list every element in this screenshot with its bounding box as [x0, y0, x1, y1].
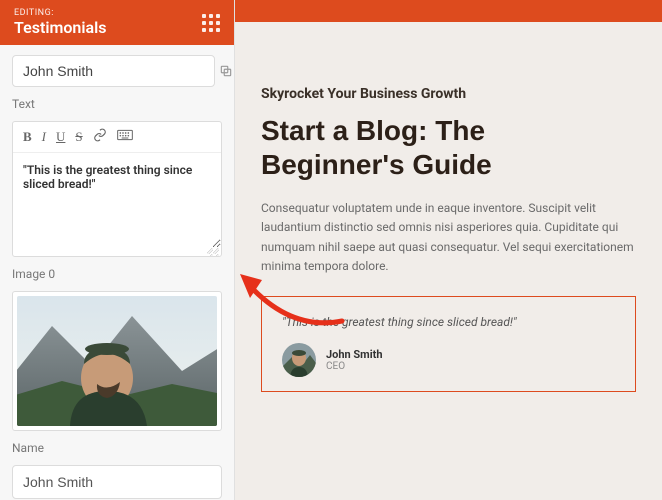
testimonial-quote: "This is the greatest thing since sliced… — [282, 315, 615, 329]
module-title: Testimonials — [14, 18, 107, 37]
item-title-input[interactable] — [12, 55, 215, 87]
copy-icon — [219, 64, 233, 78]
italic-button[interactable]: I — [42, 129, 46, 145]
keyboard-button[interactable] — [117, 129, 133, 145]
sidebar-header: EDITING: Testimonials — [0, 0, 234, 45]
editing-label: EDITING: — [14, 8, 107, 18]
rte-toolbar: B I U S — [13, 122, 221, 153]
author-role: CEO — [326, 361, 383, 372]
preview-top-bar — [235, 0, 662, 22]
avatar-image — [282, 343, 316, 377]
text-field-label: Text — [12, 97, 222, 111]
name-field-label: Name — [12, 441, 222, 455]
image-upload-field[interactable] — [12, 291, 222, 431]
image-field-label: Image 0 — [12, 267, 222, 281]
resize-handle-icon[interactable] — [207, 248, 219, 256]
app-root: EDITING: Testimonials Text — [0, 0, 662, 500]
sidebar-body: Text B I U S "This is the greatest thing… — [0, 45, 234, 500]
editor-sidebar: EDITING: Testimonials Text — [0, 0, 235, 500]
duplicate-button[interactable] — [219, 59, 233, 83]
testimonial-author: John Smith CEO — [282, 343, 615, 377]
avatar — [282, 343, 316, 377]
title-row — [12, 55, 222, 87]
author-name: John Smith — [326, 348, 383, 361]
sidebar-header-title-group: EDITING: Testimonials — [14, 8, 107, 37]
underline-button[interactable]: U — [56, 129, 65, 145]
preview-pane: Skyrocket Your Business Growth Start a B… — [235, 0, 662, 500]
drag-handle-icon[interactable] — [202, 14, 220, 32]
testimonial-card: "This is the greatest thing since sliced… — [261, 296, 636, 392]
name-input[interactable] — [12, 465, 222, 499]
rte-textarea[interactable]: "This is the greatest thing since sliced… — [13, 153, 221, 248]
eyebrow-text: Skyrocket Your Business Growth — [261, 86, 636, 102]
testimonial-photo — [17, 296, 217, 426]
image-preview — [17, 296, 217, 426]
link-button[interactable] — [93, 128, 107, 146]
bold-button[interactable]: B — [23, 129, 32, 145]
lede-paragraph: Consequatur voluptatem unde in eaque inv… — [261, 199, 636, 276]
author-text: John Smith CEO — [326, 348, 383, 372]
rich-text-editor: B I U S "This is the greatest thing sinc… — [12, 121, 222, 257]
strike-button[interactable]: S — [75, 129, 82, 145]
keyboard-icon — [117, 129, 133, 141]
preview-content: Skyrocket Your Business Growth Start a B… — [261, 40, 636, 392]
headline: Start a Blog: The Beginner's Guide — [261, 114, 636, 181]
link-icon — [93, 128, 107, 142]
